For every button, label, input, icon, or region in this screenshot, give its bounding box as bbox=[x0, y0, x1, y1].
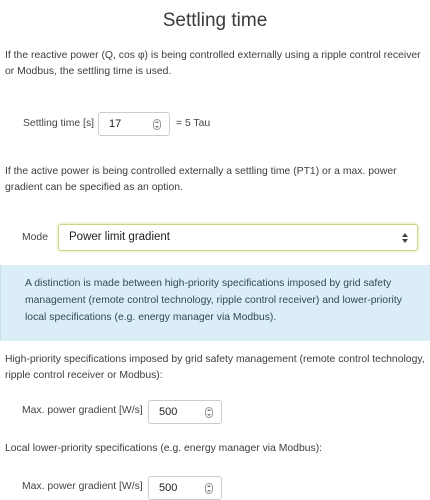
mode-select[interactable]: Power limit gradient bbox=[58, 224, 418, 251]
local-priority-gradient-input[interactable]: 500 bbox=[148, 476, 222, 500]
page-title: Settling time bbox=[162, 10, 268, 31]
local-priority-gradient-label: Max. power gradient [W/s] bbox=[22, 481, 143, 492]
high-priority-gradient-input[interactable]: 500 bbox=[148, 400, 222, 424]
priority-info-box: A distinction is made between high-prior… bbox=[0, 265, 430, 341]
priority-info-text: A distinction is made between high-prior… bbox=[25, 278, 402, 323]
spinner-arrows-icon[interactable] bbox=[205, 407, 213, 418]
high-priority-gradient-label: Max. power gradient [W/s] bbox=[22, 405, 143, 416]
high-priority-description: High-priority specifications imposed by … bbox=[5, 354, 425, 381]
spinner-arrows-icon[interactable] bbox=[205, 483, 213, 494]
settling-time-value: 17 bbox=[109, 118, 122, 130]
settling-time-suffix: = 5 Tau bbox=[176, 118, 211, 129]
reactive-power-description: If the reactive power (Q, cos φ) is bein… bbox=[5, 50, 421, 77]
mode-selected-value: Power limit gradient bbox=[69, 231, 170, 243]
settling-time-label: Settling time [s] bbox=[23, 118, 95, 129]
local-priority-description: Local lower-priority specifications (e.g… bbox=[5, 443, 323, 454]
spinner-arrows-icon[interactable] bbox=[153, 119, 161, 130]
select-caret-icon bbox=[402, 233, 408, 243]
active-power-description: If the active power is being controlled … bbox=[5, 166, 397, 193]
mode-label: Mode bbox=[22, 232, 48, 243]
settling-time-input[interactable]: 17 bbox=[98, 112, 170, 136]
high-priority-gradient-value: 500 bbox=[159, 406, 178, 418]
